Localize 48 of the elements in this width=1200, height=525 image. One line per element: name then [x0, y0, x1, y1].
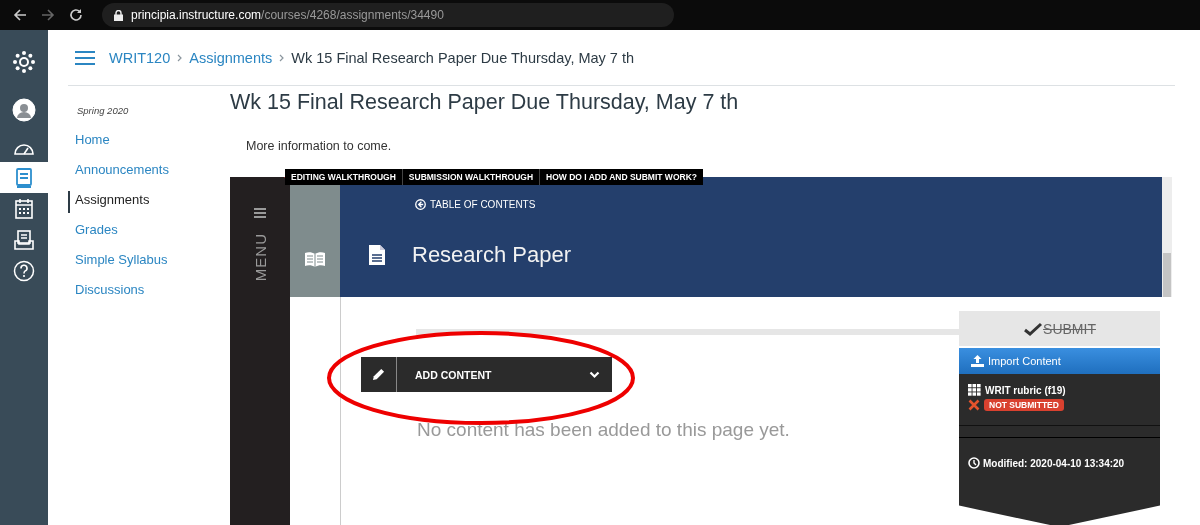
page-title: Wk 15 Final Research Paper Due Thursday, May 7 th	[230, 90, 740, 116]
menu-panel[interactable]: MENU	[230, 177, 290, 525]
inbox-icon[interactable]	[13, 228, 35, 251]
table-of-contents-link[interactable]: TABLE OF CONTENTS	[415, 199, 536, 210]
checkmark-icon	[1023, 321, 1044, 336]
import-content-button[interactable]: Import Content	[959, 348, 1160, 374]
modified-date: Modified: 2020-04-10 13:34:20	[983, 457, 1125, 469]
menu-icon[interactable]	[75, 50, 95, 65]
grid-icon	[968, 384, 981, 396]
scrollbar[interactable]	[1162, 177, 1172, 297]
x-icon	[968, 399, 980, 411]
logo-icon[interactable]	[12, 50, 36, 74]
chevron-down-icon	[589, 370, 600, 379]
chevron-icon	[279, 53, 285, 62]
chevron-icon	[177, 53, 183, 62]
breadcrumb-link[interactable]: Assignments	[189, 49, 273, 66]
breadcrumb-link[interactable]: WRIT120	[109, 49, 171, 66]
lock-icon	[114, 9, 123, 21]
walkthrough-tab[interactable]: HOW DO I ADD AND SUBMIT WORK?	[540, 169, 703, 185]
help-icon[interactable]	[13, 259, 35, 282]
page-heading: Research Paper	[412, 242, 571, 268]
rubric-name: WRIT rubric (f19)	[985, 384, 1066, 396]
menu-label: MENU	[251, 233, 269, 282]
add-content-button[interactable]: ADD CONTENT	[361, 357, 612, 392]
pencil-icon	[372, 368, 385, 381]
clock-icon	[968, 457, 980, 469]
document-icon	[368, 244, 386, 266]
account-icon[interactable]	[12, 98, 36, 122]
open-book-icon[interactable]	[304, 251, 326, 267]
course-nav-link[interactable]: Announcements	[68, 161, 230, 191]
course-nav-link[interactable]: Home	[68, 131, 230, 161]
back-arrow-icon	[415, 199, 426, 210]
menu-icon	[254, 207, 266, 219]
upload-icon	[971, 355, 984, 367]
address-bar[interactable]: principia.instructure.com/courses/4268/assignments/34490	[102, 3, 674, 27]
course-nav-link[interactable]: Simple Syllabus	[68, 251, 230, 281]
empty-message: No content has been added to this page yet.	[417, 419, 791, 441]
course-nav-link[interactable]: Grades	[68, 221, 230, 251]
term-label: Spring 2020	[77, 105, 130, 117]
status-badge: NOT SUBMITTED	[984, 399, 1064, 411]
course-nav-link[interactable]: Discussions	[68, 281, 230, 311]
reload-icon[interactable]	[68, 7, 84, 23]
calendar-icon[interactable]	[14, 197, 34, 220]
book-icon[interactable]	[14, 166, 34, 189]
description-text: More information to come.	[246, 139, 393, 153]
breadcrumb-current: Wk 15 Final Research Paper Due Thursday, May 7 th	[291, 49, 635, 66]
forward-icon[interactable]	[40, 7, 56, 23]
back-icon[interactable]	[12, 7, 28, 23]
